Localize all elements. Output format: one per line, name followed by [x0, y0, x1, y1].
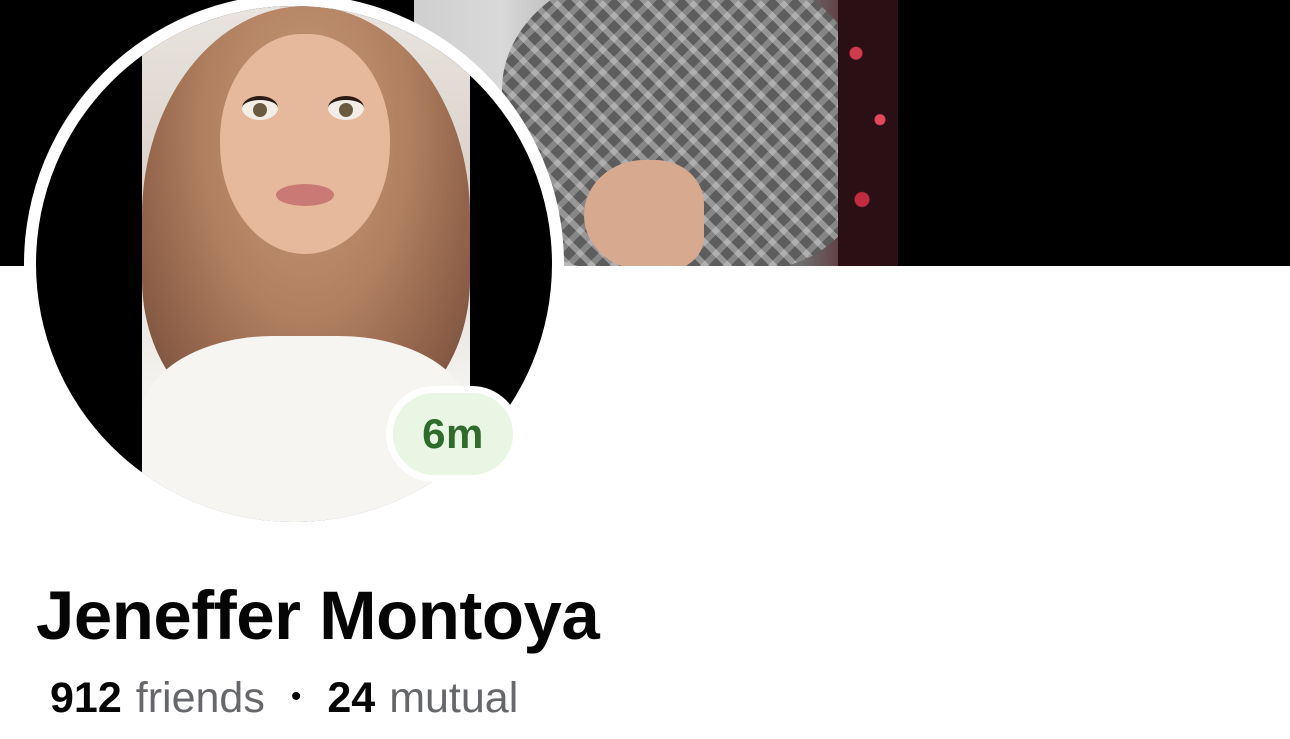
mutual-label: mutual: [389, 674, 519, 722]
profile-photo-right-eye: [328, 96, 364, 120]
profile-stats: 912 friends • 24 mutual: [50, 672, 518, 729]
friends-count: 912: [50, 674, 122, 722]
cover-photo-floral: [838, 0, 898, 266]
mutual-friends-link[interactable]: 24 mutual: [327, 672, 518, 724]
profile-name: Jeneffer Montoya: [36, 577, 600, 654]
mutual-count: 24: [327, 674, 376, 722]
profile-photo-lips: [276, 184, 334, 206]
friends-label: friends: [135, 674, 265, 722]
friends-link[interactable]: 912 friends: [50, 672, 265, 724]
profile-photo-left-eye: [242, 96, 278, 120]
active-time-badge: 6m: [386, 386, 520, 482]
cover-photo-hand: [584, 160, 704, 266]
active-time-label: 6m: [393, 393, 513, 475]
profile-photo-face: [220, 34, 390, 254]
stats-separator: •: [290, 680, 302, 713]
